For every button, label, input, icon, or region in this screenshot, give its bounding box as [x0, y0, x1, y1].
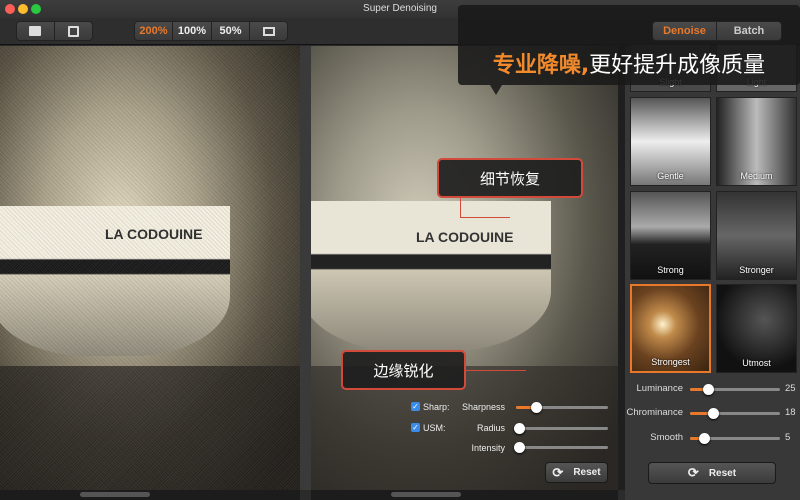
sharpen-reset-button[interactable]: ⟳ Reset [545, 462, 608, 483]
fit-screen-icon [262, 26, 275, 36]
sidebar: SlightLightGentleMediumStrongStrongerStr… [625, 44, 800, 500]
sharp-checkbox[interactable]: ✓ [411, 402, 420, 411]
fit-screen-button[interactable] [250, 22, 287, 40]
mode-buttons: Denoise Batch [652, 21, 782, 41]
floppy-disk-icon [67, 25, 79, 37]
intensity-slider[interactable] [513, 442, 608, 453]
preset-strong[interactable]: Strong [630, 191, 711, 280]
smooth-slider[interactable] [690, 433, 780, 444]
refresh-icon: ⟳ [552, 464, 564, 480]
denoise-mode-button[interactable]: Denoise [653, 22, 717, 40]
detail-recovery-callout: 细节恢复 [437, 158, 583, 198]
left-horizontal-scrollbar[interactable] [0, 490, 300, 500]
slider-knob[interactable] [698, 433, 710, 444]
vertical-scrollbar[interactable] [618, 46, 625, 490]
intensity-label: Intensity [471, 443, 505, 453]
banner-text: 更好提升成像质量 [589, 53, 766, 78]
zoom-50-button[interactable]: 50% [212, 22, 250, 40]
banner-pointer [490, 85, 502, 95]
sharpness-label: Sharpness [461, 402, 505, 412]
original-image: LA CODOUINE [0, 46, 300, 490]
sharpness-slider[interactable] [516, 402, 608, 413]
edge-sharpen-callout: 边缘锐化 [341, 350, 466, 390]
promo-banner: 专业降噪,更好提升成像质量 [458, 5, 800, 85]
zoom-buttons: 200% 100% 50% [134, 21, 288, 41]
smooth-label: Smooth [650, 432, 683, 443]
slider-knob[interactable] [703, 384, 714, 395]
right-horizontal-scrollbar[interactable] [311, 490, 618, 500]
slider-knob[interactable] [707, 408, 719, 419]
split-divider[interactable] [300, 46, 311, 490]
preset-strongest[interactable]: Strongest [630, 284, 711, 373]
preset-label: Utmost [742, 358, 771, 368]
preset-label: Strong [657, 265, 684, 275]
preset-medium[interactable]: Medium [716, 97, 797, 186]
callout-line [460, 198, 510, 218]
denoise-reset-button[interactable]: ⟳ Reset [648, 462, 776, 484]
chrominance-label: Chrominance [626, 407, 684, 418]
save-button[interactable] [55, 22, 93, 40]
reset-label: Reset [708, 467, 737, 479]
chrominance-value: 18 [785, 407, 796, 418]
noise-overlay [0, 46, 300, 490]
boat-name-text: LA CODOUINE [416, 229, 514, 245]
zoom-100-button[interactable]: 100% [173, 22, 212, 40]
sharp-label: Sharp: [423, 402, 450, 412]
preset-utmost[interactable]: Utmost [716, 284, 797, 373]
folder-icon [29, 26, 42, 36]
luminance-slider[interactable] [690, 384, 780, 395]
scroll-thumb[interactable] [391, 492, 461, 497]
callout-line [466, 370, 526, 371]
radius-label: Radius [476, 423, 505, 433]
preset-gentle[interactable]: Gentle [630, 97, 711, 186]
preset-label: Strongest [651, 357, 690, 367]
file-buttons [16, 21, 93, 41]
preset-stronger[interactable]: Stronger [716, 191, 797, 280]
preset-label: Stronger [739, 265, 774, 275]
chrominance-slider[interactable] [690, 408, 780, 419]
luminance-value: 25 [785, 383, 796, 394]
radius-slider[interactable] [513, 423, 608, 434]
refresh-icon: ⟳ [687, 465, 699, 480]
reset-label: Reset [573, 467, 601, 478]
preset-label: Medium [740, 171, 773, 181]
boat-hull [311, 201, 551, 351]
luminance-label: Luminance [636, 383, 683, 394]
usm-checkbox[interactable]: ✓ [411, 423, 420, 432]
preset-label: Gentle [657, 171, 684, 181]
usm-label: USM: [423, 423, 446, 433]
smooth-value: 5 [785, 432, 791, 443]
slider-knob[interactable] [513, 423, 525, 434]
slider-knob[interactable] [513, 442, 525, 453]
zoom-200-button[interactable]: 200% [135, 22, 173, 40]
open-folder-button[interactable] [17, 22, 55, 40]
banner-highlight: 专业降噪, [492, 53, 590, 78]
scroll-thumb[interactable] [80, 492, 150, 497]
batch-mode-button[interactable]: Batch [717, 22, 781, 40]
